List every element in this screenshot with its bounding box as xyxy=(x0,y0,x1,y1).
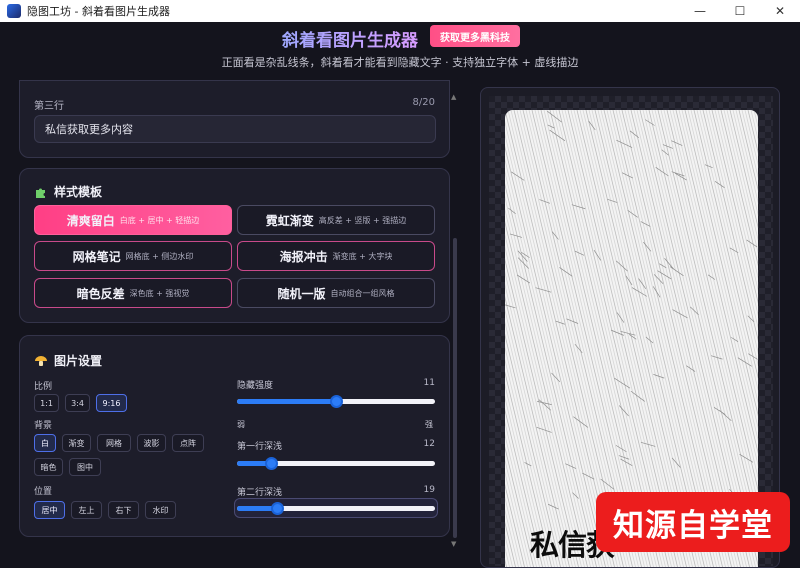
template-name: 暗色反差 xyxy=(76,286,125,301)
slider-thumb[interactable] xyxy=(330,395,343,408)
ratio-option-3-4[interactable]: 3:4 xyxy=(65,394,90,412)
position-option-center[interactable]: 居中 xyxy=(34,501,65,519)
template-desc: 白底 + 居中 + 轻描边 xyxy=(119,215,200,225)
template-qingshuang[interactable]: 清爽留白 白底 + 居中 + 轻描边 xyxy=(34,205,232,235)
bg-option-grid[interactable]: 网格 xyxy=(97,434,131,452)
position-option-top-left[interactable]: 左上 xyxy=(71,501,102,519)
ratio-option-1-1[interactable]: 1:1 xyxy=(34,394,59,412)
style-templates-panel: 样式模板 清爽留白 白底 + 居中 + 轻描边 霓虹渐变 高反差 + 竖版 + … xyxy=(19,168,450,323)
style-templates-title: 样式模板 xyxy=(54,185,103,199)
row3-char-count: 8/20 xyxy=(412,97,435,108)
template-name: 清爽留白 xyxy=(66,213,115,228)
template-name: 海报冲击 xyxy=(279,249,328,264)
app-icon xyxy=(7,4,21,18)
page-subtitle: 正面看是杂乱线条，斜着看才能看到隐藏文字 · 支持独立字体 + 虚线描边 xyxy=(221,56,579,69)
bg-option-gradient[interactable]: 渐变 xyxy=(62,434,91,452)
row1-depth-slider[interactable] xyxy=(237,457,435,470)
puzzle-icon xyxy=(36,188,45,198)
bg-option-dots[interactable]: 点阵 xyxy=(172,434,204,452)
position-option-watermark[interactable]: 水印 xyxy=(145,501,176,519)
position-label: 位置 xyxy=(34,487,53,497)
template-grid-notes[interactable]: 网格笔记 网格底 + 侧边水印 xyxy=(34,241,232,271)
maximize-button[interactable]: ☐ xyxy=(720,0,760,22)
slider-thumb[interactable] xyxy=(270,502,284,515)
text-rows-panel: 第三行 8/20 私信获取更多内容 xyxy=(19,80,450,158)
bg-option-image[interactable]: 图中 xyxy=(69,458,101,476)
window-titlebar: 隐图工坊 - 斜着看图片生成器 — ☐ ✕ xyxy=(0,0,800,22)
template-name: 网格笔记 xyxy=(72,249,121,264)
bg-option-dark[interactable]: 暗色 xyxy=(34,458,63,476)
template-name: 霓虹渐变 xyxy=(265,213,314,228)
template-dark-contrast[interactable]: 暗色反差 深色底 + 强视觉 xyxy=(34,278,232,308)
row3-text-input[interactable]: 私信获取更多内容 xyxy=(34,115,436,143)
window-title: 隐图工坊 - 斜着看图片生成器 xyxy=(27,5,170,18)
template-random[interactable]: 随机一版 自动组合一组风格 xyxy=(237,278,435,308)
ratio-label: 比例 xyxy=(34,382,53,392)
strength-weak-hint: 弱 xyxy=(237,420,245,429)
mushroom-icon xyxy=(35,355,47,366)
hide-strength-label: 隐藏强度 xyxy=(237,381,274,391)
row1-depth-label: 第一行深浅 xyxy=(237,442,283,452)
hide-strength-value: 11 xyxy=(423,378,435,388)
style-templates-heading: 样式模板 xyxy=(34,183,102,200)
position-option-bottom-right[interactable]: 右下 xyxy=(108,501,139,519)
more-tech-button[interactable]: 获取更多黑科技 xyxy=(430,25,520,47)
row3-label: 第三行 xyxy=(34,101,64,112)
row2-depth-slider[interactable] xyxy=(237,502,435,515)
page-title: 斜着看图片生成器 xyxy=(282,26,418,51)
row2-depth-value: 19 xyxy=(423,485,435,495)
strength-strong-hint: 强 xyxy=(425,420,433,429)
row2-depth-label: 第二行深浅 xyxy=(237,488,283,498)
minimize-button[interactable]: — xyxy=(680,0,720,22)
template-desc: 自动组合一组风格 xyxy=(330,288,395,298)
template-desc: 深色底 + 强视觉 xyxy=(129,288,190,298)
watermark-logo: 知源自学堂 xyxy=(596,492,790,552)
template-desc: 渐变底 + 大字块 xyxy=(332,251,393,261)
hide-strength-slider[interactable] xyxy=(237,395,435,408)
template-name: 随机一版 xyxy=(277,286,326,301)
window-controls: — ☐ ✕ xyxy=(680,0,800,22)
template-neon[interactable]: 霓虹渐变 高反差 + 竖版 + 强描边 xyxy=(237,205,435,235)
template-desc: 高反差 + 竖版 + 强描边 xyxy=(318,215,407,225)
template-poster[interactable]: 海报冲击 渐变底 + 大字块 xyxy=(237,241,435,271)
scroll-down-arrow-icon[interactable]: ▼ xyxy=(451,540,456,548)
image-settings-title: 图片设置 xyxy=(54,354,103,368)
image-settings-heading: 图片设置 xyxy=(34,352,102,369)
slider-fill xyxy=(237,399,336,404)
slider-thumb[interactable] xyxy=(264,457,278,470)
left-panel-scrollbar[interactable] xyxy=(453,238,457,538)
template-desc: 网格底 + 侧边水印 xyxy=(125,251,194,261)
row1-depth-value: 12 xyxy=(423,439,435,449)
ratio-option-9-16[interactable]: 9:16 xyxy=(96,394,127,412)
bg-option-white[interactable]: 白 xyxy=(34,434,56,452)
scroll-up-arrow-icon[interactable]: ▲ xyxy=(451,93,456,101)
background-label: 背景 xyxy=(34,421,53,431)
bg-option-wave[interactable]: 波影 xyxy=(137,434,166,452)
close-button[interactable]: ✕ xyxy=(760,0,800,22)
